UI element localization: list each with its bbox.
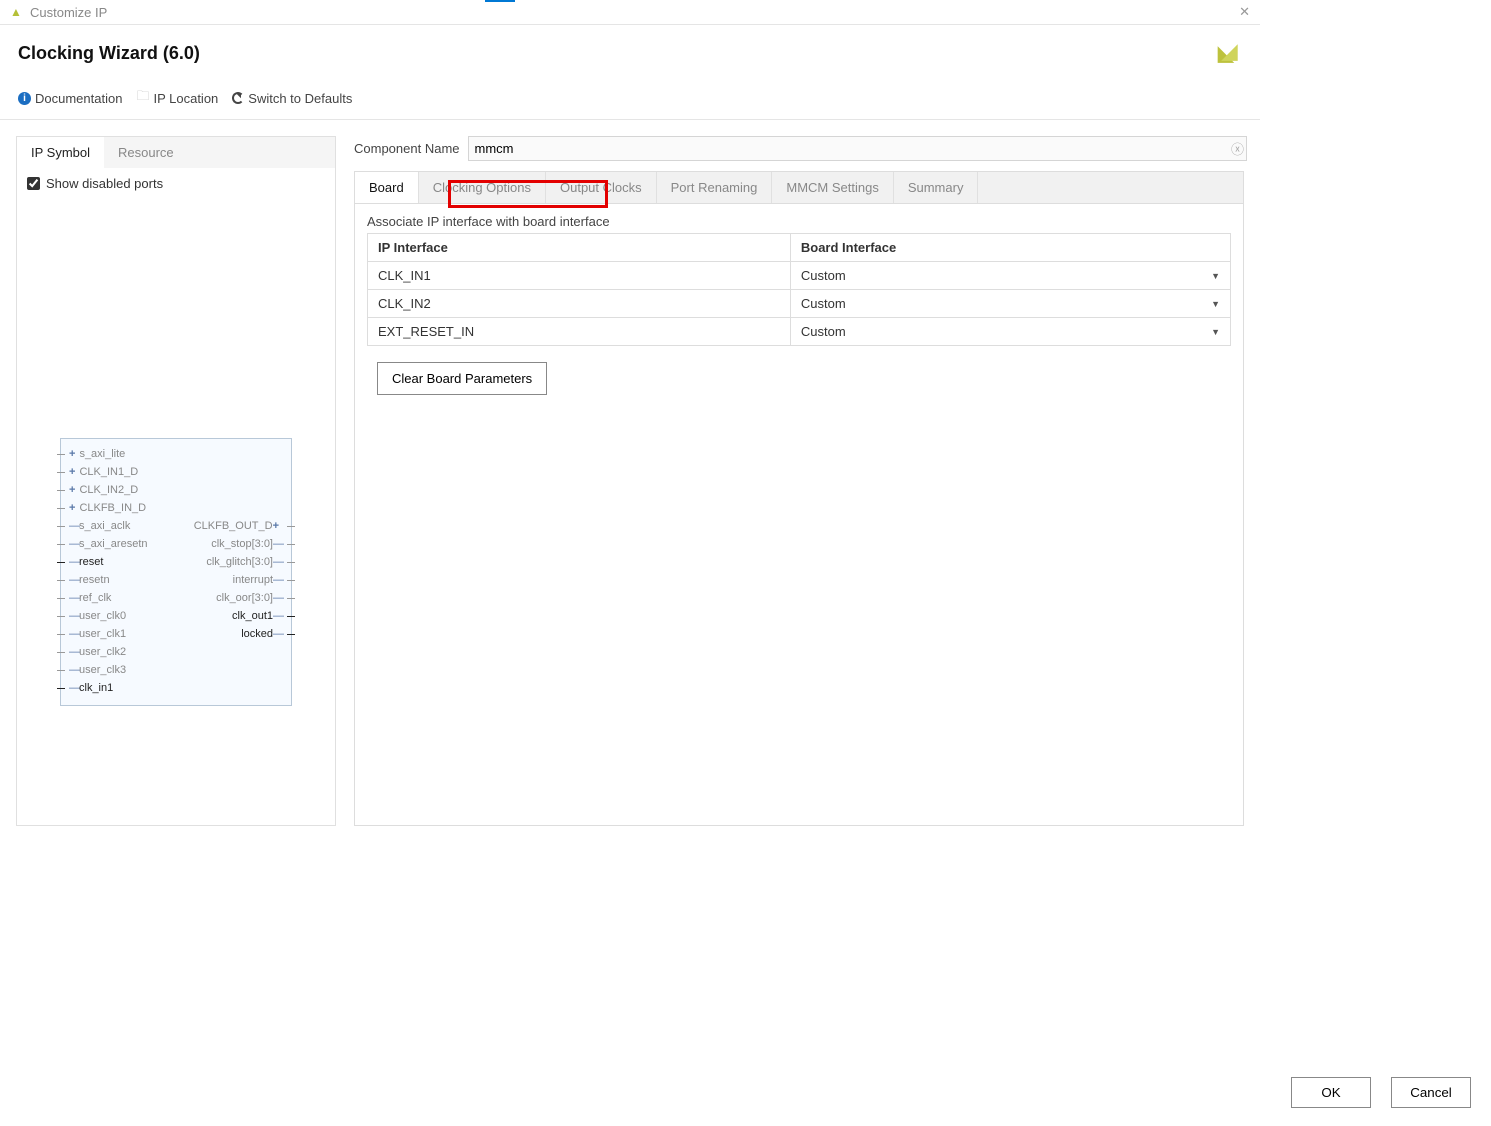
- tab-clocking-options[interactable]: Clocking Options: [419, 172, 546, 203]
- wizard-title-row: Clocking Wizard (6.0): [18, 41, 1242, 65]
- ip-symbol-area: +s_axi_lite+CLK_IN1_D+CLK_IN2_D+CLKFB_IN…: [17, 199, 335, 825]
- info-icon: i: [18, 92, 31, 105]
- expand-icon: +: [69, 484, 75, 496]
- switch-defaults-label: Switch to Defaults: [248, 91, 352, 106]
- board-interface-select[interactable]: Custom▼: [790, 262, 1230, 290]
- dialog-footer: OK Cancel: [1291, 1077, 1471, 1108]
- tab-summary[interactable]: Summary: [894, 172, 979, 203]
- left-tabs: IP Symbol Resource: [17, 137, 335, 168]
- port-clkglitch30: clk_glitch[3:0] —: [176, 553, 283, 571]
- table-row: CLK_IN2Custom▼: [368, 290, 1231, 318]
- expand-icon: +: [273, 520, 279, 532]
- switch-defaults-link[interactable]: Switch to Defaults: [232, 91, 352, 106]
- ok-button[interactable]: OK: [1291, 1077, 1371, 1108]
- documentation-label: Documentation: [35, 91, 122, 106]
- ip-location-label: IP Location: [153, 91, 218, 106]
- port-reset: —reset: [69, 553, 176, 571]
- brand-logo-icon: [1218, 41, 1242, 65]
- component-name-input[interactable]: [468, 136, 1247, 161]
- ip-block: +s_axi_lite+CLK_IN1_D+CLK_IN2_D+CLKFB_IN…: [60, 438, 292, 706]
- show-disabled-label: Show disabled ports: [46, 176, 163, 191]
- tab-resource[interactable]: Resource: [104, 137, 188, 168]
- close-icon[interactable]: ✕: [1239, 4, 1250, 20]
- right-panel: Component Name ⓧ BoardClocking OptionsOu…: [354, 136, 1244, 826]
- port-clkfboutd: CLKFB_OUT_D +: [176, 517, 283, 535]
- ip-interface-cell: CLK_IN2: [368, 290, 791, 318]
- interface-table: IP Interface Board Interface CLK_IN1Cust…: [367, 233, 1231, 346]
- board-interface-select[interactable]: Custom▼: [790, 290, 1230, 318]
- port-clkin1d: +CLK_IN1_D: [69, 463, 176, 481]
- associate-label: Associate IP interface with board interf…: [367, 214, 1231, 229]
- show-disabled-checkbox[interactable]: [27, 177, 40, 190]
- cancel-button[interactable]: Cancel: [1391, 1077, 1471, 1108]
- port-clkstop30: clk_stop[3:0] —: [176, 535, 283, 553]
- ip-interface-cell: CLK_IN1: [368, 262, 791, 290]
- component-name-row: Component Name ⓧ: [354, 136, 1244, 161]
- documentation-link[interactable]: i Documentation: [18, 91, 122, 106]
- port-refclk: —ref_clk: [69, 589, 176, 607]
- port-clkout1: clk_out1 —: [176, 607, 283, 625]
- port-saxiaclk: —s_axi_aclk: [69, 517, 176, 535]
- left-panel: IP Symbol Resource Show disabled ports +…: [16, 136, 336, 826]
- port-userclk3: —user_clk3: [69, 661, 176, 679]
- table-row: CLK_IN1Custom▼: [368, 262, 1231, 290]
- port-clkfbind: +CLKFB_IN_D: [69, 499, 176, 517]
- table-row: EXT_RESET_INCustom▼: [368, 318, 1231, 346]
- col-board-interface: Board Interface: [790, 234, 1230, 262]
- port-locked: locked —: [176, 625, 283, 643]
- app-logo-icon: [10, 5, 24, 19]
- tab-board[interactable]: Board: [355, 172, 419, 203]
- titlebar: Customize IP ✕: [0, 0, 1260, 25]
- ip-location-link[interactable]: 🗀 IP Location: [136, 87, 218, 109]
- header-area: Clocking Wizard (6.0) i Documentation 🗀 …: [0, 25, 1260, 120]
- port-resetn: —resetn: [69, 571, 176, 589]
- port-clkoor30: clk_oor[3:0] —: [176, 589, 283, 607]
- tab-output-clocks[interactable]: Output Clocks: [546, 172, 657, 203]
- header-toolbar: i Documentation 🗀 IP Location Switch to …: [18, 87, 1242, 109]
- config-tabs: BoardClocking OptionsOutput ClocksPort R…: [354, 171, 1244, 204]
- port-saxiaresetn: —s_axi_aresetn: [69, 535, 176, 553]
- port-clkin2d: +CLK_IN2_D: [69, 481, 176, 499]
- main-area: IP Symbol Resource Show disabled ports +…: [0, 120, 1260, 842]
- port-saxilite: +s_axi_lite: [69, 445, 176, 463]
- ip-interface-cell: EXT_RESET_IN: [368, 318, 791, 346]
- expand-icon: +: [69, 502, 75, 514]
- window-title: Customize IP: [30, 5, 107, 20]
- refresh-icon: [232, 92, 244, 104]
- expand-icon: +: [69, 466, 75, 478]
- col-ip-interface: IP Interface: [368, 234, 791, 262]
- port-userclk1: —user_clk1: [69, 625, 176, 643]
- port-userclk2: —user_clk2: [69, 643, 176, 661]
- clear-board-parameters-button[interactable]: Clear Board Parameters: [377, 362, 547, 395]
- top-accent-bar: [485, 0, 515, 2]
- board-tab-content: Associate IP interface with board interf…: [354, 204, 1244, 826]
- tab-port-renaming[interactable]: Port Renaming: [657, 172, 773, 203]
- tab-ip-symbol[interactable]: IP Symbol: [17, 137, 104, 168]
- chevron-down-icon: ▼: [1211, 299, 1220, 309]
- port-clkin1: —clk_in1: [69, 679, 176, 697]
- port-interrupt: interrupt —: [176, 571, 283, 589]
- board-interface-select[interactable]: Custom▼: [790, 318, 1230, 346]
- chevron-down-icon: ▼: [1211, 271, 1220, 281]
- clear-input-icon[interactable]: ⓧ: [1231, 139, 1244, 158]
- component-name-label: Component Name: [354, 141, 460, 156]
- folder-icon: 🗀: [136, 87, 149, 109]
- wizard-title: Clocking Wizard (6.0): [18, 43, 200, 64]
- tab-mmcm-settings[interactable]: MMCM Settings: [772, 172, 893, 203]
- expand-icon: +: [69, 448, 75, 460]
- port-userclk0: —user_clk0: [69, 607, 176, 625]
- chevron-down-icon: ▼: [1211, 327, 1220, 337]
- show-disabled-row: Show disabled ports: [17, 168, 335, 199]
